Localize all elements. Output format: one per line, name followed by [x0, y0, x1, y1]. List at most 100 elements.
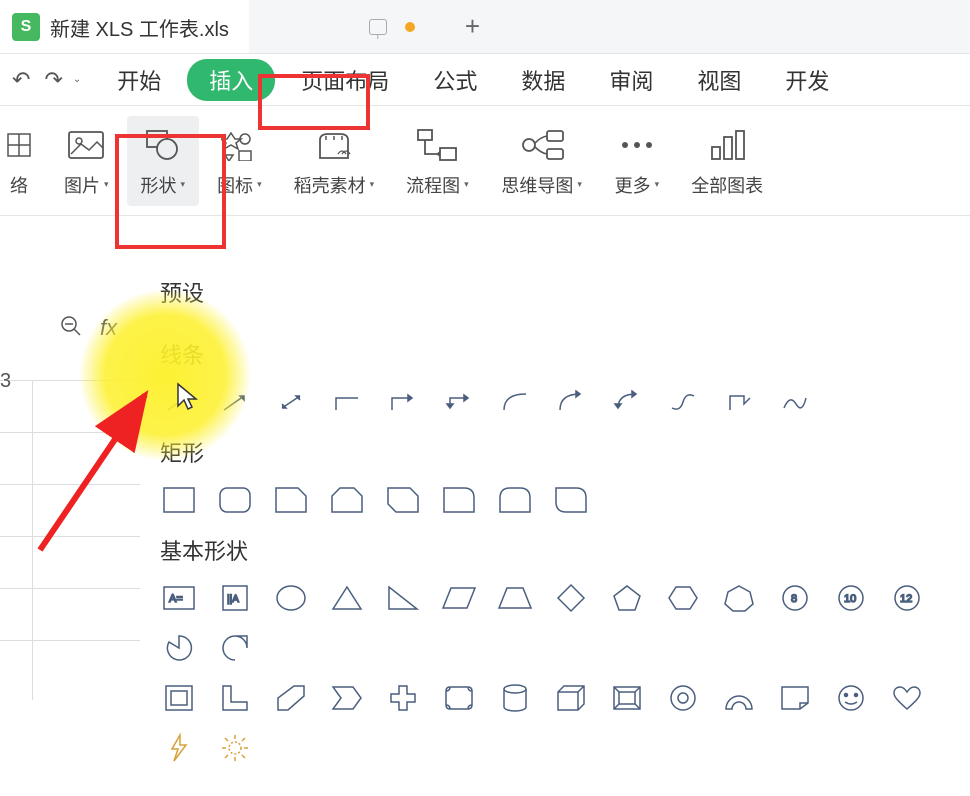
- right-triangle-shape[interactable]: [384, 582, 422, 614]
- ribbon-more[interactable]: 更多▾: [601, 116, 674, 206]
- donut-shape[interactable]: [664, 682, 702, 714]
- ribbon-all-charts[interactable]: 全部图表: [677, 116, 777, 206]
- cell-row[interactable]: [0, 588, 140, 640]
- rect-shape[interactable]: [160, 484, 198, 516]
- oval-shape[interactable]: [272, 582, 310, 614]
- double-arrow-shape[interactable]: [272, 386, 310, 418]
- rounded-rect-shape[interactable]: [216, 484, 254, 516]
- can-shape[interactable]: [496, 682, 534, 714]
- lines-row: [160, 386, 950, 418]
- curve-double-arrow-shape[interactable]: [608, 386, 646, 418]
- textbox-v-shape[interactable]: ||A: [216, 582, 254, 614]
- sun-shape[interactable]: [216, 732, 254, 764]
- curve-arrow-shape[interactable]: [552, 386, 590, 418]
- active-tab[interactable]: S 新建 XLS 工作表.xls: [0, 0, 249, 53]
- menu-data[interactable]: 数据: [503, 58, 583, 102]
- dodecagon-shape[interactable]: 12: [888, 582, 926, 614]
- ribbon-mindmap[interactable]: 思维导图▾: [487, 116, 597, 206]
- menu-view[interactable]: 视图: [679, 58, 759, 102]
- menu-insert[interactable]: 插入: [187, 59, 275, 101]
- material-icon: [314, 128, 354, 162]
- zoom-out-icon[interactable]: [60, 315, 82, 342]
- s-curve-shape[interactable]: [664, 386, 702, 418]
- round-diag-corners-rect-shape[interactable]: [552, 484, 590, 516]
- elbow-double-arrow-shape[interactable]: [440, 386, 478, 418]
- freeform-shape[interactable]: [720, 386, 758, 418]
- ribbon-material[interactable]: 稻壳素材▾: [280, 116, 389, 206]
- round-2-corners-rect-shape[interactable]: [496, 484, 534, 516]
- basic-shapes-row-1: A= ||A 8 10 12: [160, 582, 950, 664]
- pentagon-shape[interactable]: [608, 582, 646, 614]
- pie-shape[interactable]: [160, 632, 198, 664]
- cube-shape[interactable]: [552, 682, 590, 714]
- svg-text:12: 12: [900, 593, 912, 605]
- history-dropdown[interactable]: ⌄: [73, 74, 81, 85]
- cell-row[interactable]: [0, 432, 140, 484]
- mindmap-icon: [519, 129, 565, 161]
- parallelogram-shape[interactable]: [440, 582, 478, 614]
- cell-row[interactable]: [0, 484, 140, 536]
- image-icon: [67, 130, 105, 160]
- rectangles-row: [160, 484, 950, 516]
- snip-corner-rect-shape[interactable]: [272, 484, 310, 516]
- shapes-icon: [143, 128, 183, 162]
- ribbon-flowchart-label: 流程图: [406, 172, 460, 198]
- section-rectangles: 矩形: [160, 436, 950, 468]
- menu-formula[interactable]: 公式: [415, 58, 495, 102]
- shapes-dropdown-panel: 预设 线条 矩形 基本形状 A= ||A: [140, 254, 970, 796]
- snip-2-corners-rect-shape[interactable]: [328, 484, 366, 516]
- plus-shape[interactable]: [384, 682, 422, 714]
- elbow-arrow-shape[interactable]: [384, 386, 422, 418]
- chart-icon: [708, 129, 746, 161]
- decagon-shape[interactable]: 10: [832, 582, 870, 614]
- menu-review[interactable]: 审阅: [591, 58, 671, 102]
- cell-row[interactable]: [0, 380, 140, 432]
- ribbon-shapes[interactable]: 形状▾: [127, 116, 200, 206]
- diamond-shape[interactable]: [552, 582, 590, 614]
- heptagon-shape[interactable]: [720, 582, 758, 614]
- fx-icon[interactable]: fx: [100, 315, 117, 341]
- cell-row[interactable]: [0, 536, 140, 588]
- cell-row[interactable]: [0, 640, 140, 692]
- arrow-line-shape[interactable]: [216, 386, 254, 418]
- trapezoid-shape[interactable]: [496, 582, 534, 614]
- textbox-h-shape[interactable]: A=: [160, 582, 198, 614]
- ribbon-flowchart[interactable]: 流程图▾: [392, 116, 483, 206]
- menu-start[interactable]: 开始: [99, 58, 179, 102]
- teardrop-shape[interactable]: [216, 632, 254, 664]
- plaque-shape[interactable]: [440, 682, 478, 714]
- menu-page-layout[interactable]: 页面布局: [283, 58, 407, 102]
- block-arc-shape[interactable]: [720, 682, 758, 714]
- heart-shape[interactable]: [888, 682, 926, 714]
- elbow-connector-shape[interactable]: [328, 386, 366, 418]
- redo-button[interactable]: ↷: [44, 67, 62, 93]
- ribbon-icons[interactable]: 图标▾: [203, 116, 276, 206]
- curve-connector-shape[interactable]: [496, 386, 534, 418]
- undo-button[interactable]: ↶: [12, 67, 30, 93]
- lightning-shape[interactable]: [160, 732, 198, 764]
- line-shape[interactable]: [160, 386, 198, 418]
- octagon-shape[interactable]: 8: [776, 582, 814, 614]
- bevel-shape[interactable]: [608, 682, 646, 714]
- frame-shape[interactable]: [160, 682, 198, 714]
- diag-stripe-shape[interactable]: [272, 682, 310, 714]
- smiley-shape[interactable]: [832, 682, 870, 714]
- scribble-shape[interactable]: [776, 386, 814, 418]
- presentation-icon[interactable]: [369, 19, 387, 35]
- triangle-shape[interactable]: [328, 582, 366, 614]
- new-tab-button[interactable]: +: [465, 11, 480, 42]
- snip-diag-corners-rect-shape[interactable]: [384, 484, 422, 516]
- ribbon-all-charts-label: 全部图表: [691, 172, 763, 198]
- hexagon-shape[interactable]: [664, 582, 702, 614]
- ribbon-image-label: 图片: [64, 172, 100, 198]
- ribbon-image[interactable]: 图片▾: [50, 116, 123, 206]
- svg-text:||A: ||A: [227, 594, 239, 605]
- ribbon-grid-partial[interactable]: 络: [6, 116, 46, 206]
- title-bar: S 新建 XLS 工作表.xls +: [0, 0, 970, 54]
- menu-dev[interactable]: 开发: [767, 58, 847, 102]
- l-shape[interactable]: [216, 682, 254, 714]
- folded-corner-shape[interactable]: [776, 682, 814, 714]
- round-1-corner-rect-shape[interactable]: [440, 484, 478, 516]
- svg-text:A=: A=: [169, 593, 183, 605]
- chevron-shape[interactable]: [328, 682, 366, 714]
